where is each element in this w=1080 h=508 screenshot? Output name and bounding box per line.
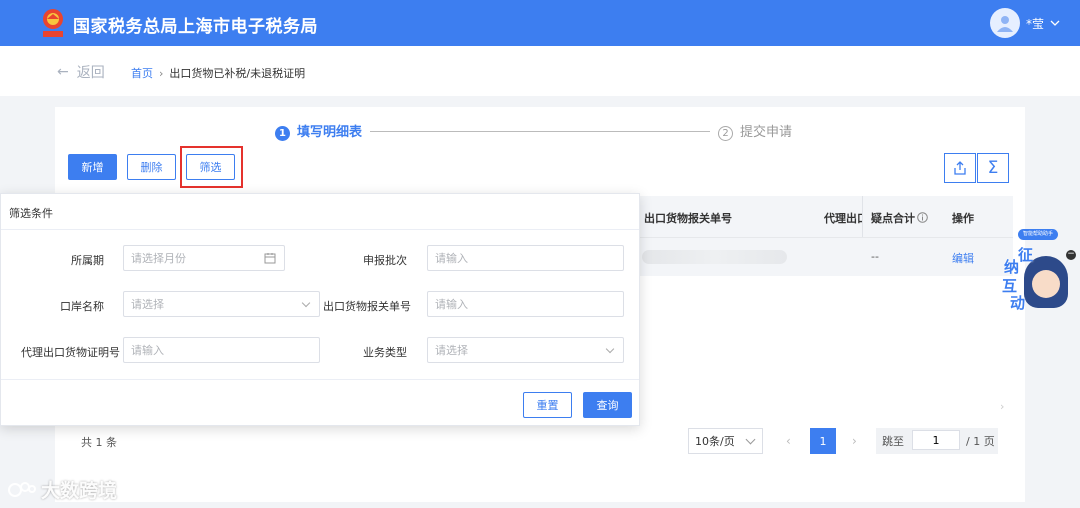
page-number[interactable]: 1 <box>810 428 836 454</box>
watermark: 大数跨境 <box>8 476 117 503</box>
sub-nav-bar: ← 返回 首页 › 出口货物已补税/未退税证明 <box>0 46 1080 96</box>
customs-no-input[interactable]: 请输入 <box>427 291 624 317</box>
page-size-value: 10条/页 <box>695 435 735 448</box>
col-doubt-total-label: 疑点合计 <box>871 212 915 225</box>
label-customs-no: 出口货物报关单号 <box>323 300 411 313</box>
back-button[interactable]: ← 返回 <box>57 62 105 82</box>
table-row: -- 编辑 <box>630 237 1013 276</box>
divider <box>1 229 639 230</box>
step-indicator: 1 填写明细表 2 提交申请 <box>275 121 792 141</box>
chevron-down-icon <box>745 434 756 445</box>
page-size-select[interactable]: 10条/页 <box>688 428 763 454</box>
label-agent-cert-no: 代理出口货物证明号 <box>21 346 120 359</box>
step-1-number: 1 <box>275 126 290 141</box>
calendar-icon <box>264 253 276 264</box>
avatar[interactable] <box>989 8 1020 38</box>
port-placeholder: 请选择 <box>131 298 164 311</box>
widget-char-1: 征 <box>1018 246 1034 264</box>
redacted-cell <box>642 250 787 264</box>
widget-char-2: 纳 <box>1004 258 1020 276</box>
customs-no-placeholder: 请输入 <box>435 298 468 311</box>
label-business-type: 业务类型 <box>363 346 407 359</box>
app-title: 国家税务总局上海市电子税务局 <box>73 17 318 37</box>
agent-cert-no-placeholder: 请输入 <box>131 344 164 357</box>
filter-panel-title: 筛选条件 <box>9 207 53 220</box>
col-customs-no: 出口货物报关单号 <box>644 212 732 225</box>
breadcrumb-separator-icon: › <box>159 67 164 80</box>
agent-cert-no-input[interactable]: 请输入 <box>123 337 320 363</box>
step-1-label: 填写明细表 <box>297 125 363 140</box>
query-button[interactable]: 查询 <box>583 392 632 418</box>
doubt-total-cell: -- <box>871 250 879 263</box>
username: *莹 <box>1025 16 1044 31</box>
label-period: 所属期 <box>71 254 104 267</box>
col-doubt-total: 疑点合计 <box>871 210 928 226</box>
step-2-number: 2 <box>718 126 734 141</box>
export-button[interactable] <box>944 153 976 183</box>
total-count: 共 1 条 <box>81 436 117 449</box>
label-batch: 申报批次 <box>363 254 407 267</box>
scroll-right-icon[interactable]: › <box>1000 400 1004 413</box>
user-menu[interactable]: *莹 <box>989 8 1060 38</box>
watermark-logo-icon <box>8 481 36 497</box>
col-action: 操作 <box>952 212 974 225</box>
edit-link[interactable]: 编辑 <box>952 250 974 266</box>
export-icon <box>954 161 966 175</box>
total-pages: / 1 页 <box>966 435 995 448</box>
close-icon[interactable]: − <box>1066 250 1076 260</box>
watermark-text: 大数跨境 <box>41 480 118 502</box>
filter-panel: 筛选条件 所属期 请选择月份 申报批次 请输入 口岸名称 请选择 出口货物报关单… <box>0 193 640 426</box>
assistant-badge: 智能帮助助手 <box>1018 229 1058 240</box>
reset-button[interactable]: 重置 <box>523 392 572 418</box>
sum-button[interactable]: Σ <box>977 153 1009 183</box>
business-type-select[interactable]: 请选择 <box>427 337 624 363</box>
next-page-icon[interactable]: › <box>852 434 857 448</box>
label-port: 口岸名称 <box>60 300 104 313</box>
port-select[interactable]: 请选择 <box>123 291 320 317</box>
prev-page-icon[interactable]: ‹ <box>786 434 791 448</box>
chevron-down-icon <box>605 344 615 354</box>
top-bar: 国家税务总局上海市电子税务局 *莹 <box>0 0 1080 46</box>
step-1: 1 填写明细表 <box>275 121 362 141</box>
back-label: 返回 <box>76 65 105 81</box>
sigma-icon: Σ <box>987 158 999 178</box>
step-connector <box>370 130 711 132</box>
breadcrumb-current: 出口货物已补税/未退税证明 <box>169 67 306 80</box>
table-header: 出口货物报关单号 代理出口 疑点合计 操作 <box>630 196 1013 237</box>
period-placeholder: 请选择月份 <box>131 252 186 265</box>
user-icon <box>996 16 1013 32</box>
step-2-label: 提交申请 <box>740 125 793 140</box>
mascot-face <box>1032 270 1060 298</box>
col-divider <box>862 196 863 237</box>
batch-input[interactable]: 请输入 <box>427 245 624 271</box>
tax-emblem-icon <box>43 9 63 37</box>
highlight-box <box>180 146 243 188</box>
arrow-left-icon: ← <box>57 64 69 80</box>
divider <box>1 379 639 380</box>
chevron-down-icon[interactable] <box>1050 20 1060 26</box>
col-agent: 代理出口 <box>824 212 862 225</box>
widget-char-4: 动 <box>1010 294 1026 312</box>
business-type-placeholder: 请选择 <box>435 344 468 357</box>
info-icon[interactable] <box>917 212 928 223</box>
breadcrumb-home[interactable]: 首页 <box>131 67 153 80</box>
page-jumper: 跳至 / 1 页 <box>876 428 998 454</box>
breadcrumb: 首页 › 出口货物已补税/未退税证明 <box>131 65 305 81</box>
period-picker[interactable]: 请选择月份 <box>123 245 285 271</box>
assistant-widget[interactable]: 智能帮助助手 − 征 纳 互 动 <box>996 226 1080 316</box>
batch-placeholder: 请输入 <box>435 252 468 265</box>
step-2: 2 提交申请 <box>718 121 792 141</box>
add-button[interactable]: 新增 <box>68 154 117 180</box>
jump-label: 跳至 <box>882 435 904 448</box>
delete-button[interactable]: 删除 <box>127 154 176 180</box>
jump-input[interactable] <box>912 430 960 450</box>
